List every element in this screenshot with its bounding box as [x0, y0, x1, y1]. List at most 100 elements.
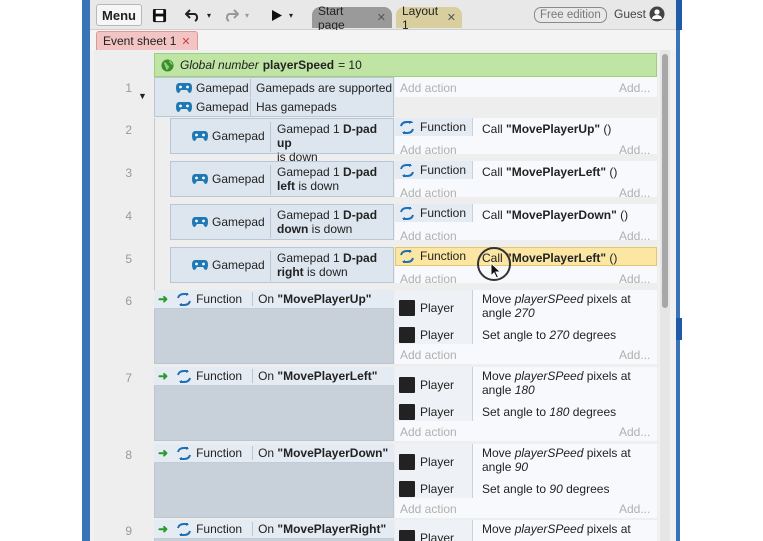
- close-icon[interactable]: ✕: [377, 11, 386, 24]
- on-prefix: On: [258, 522, 278, 536]
- redo-dropdown-icon[interactable]: ▾: [242, 4, 252, 26]
- function-header-content[interactable]: ➜ Function On "MovePlayerDown": [158, 446, 388, 460]
- action-text[interactable]: Call "MovePlayerUp" (): [482, 122, 611, 136]
- guest-label[interactable]: Guest: [614, 7, 646, 21]
- undo-icon[interactable]: [182, 4, 204, 26]
- add-action-link[interactable]: Add action: [400, 229, 457, 243]
- player-sprite-icon: [399, 530, 415, 541]
- function-header-content[interactable]: ➜ Function On "MovePlayerRight": [158, 522, 386, 536]
- on-function-name: "MovePlayerDown": [277, 446, 389, 460]
- menu-button[interactable]: Menu: [96, 4, 142, 26]
- action-text[interactable]: Set angle to 90 degrees: [482, 482, 609, 496]
- condition-text[interactable]: Gamepad 1 D-pad right is down: [270, 251, 394, 281]
- player-object[interactable]: Player: [399, 454, 454, 470]
- player-object[interactable]: Player: [399, 377, 454, 393]
- function-object[interactable]: Function: [399, 249, 466, 263]
- condition-object[interactable]: Gamepad: [172, 120, 268, 152]
- gamepad-icon: [176, 82, 192, 94]
- add-more-link[interactable]: Add...: [619, 425, 650, 439]
- play-dropdown-icon[interactable]: ▾: [286, 4, 296, 26]
- add-action-link[interactable]: Add action: [400, 272, 457, 286]
- event-number: 8: [125, 448, 132, 462]
- condition-row[interactable]: Gamepad Gamepads are supported: [156, 79, 394, 97]
- call-function-name: "MovePlayerLeft": [506, 251, 607, 265]
- tab-start-page[interactable]: Start page ✕: [312, 4, 392, 32]
- set-suffix: degrees: [569, 405, 617, 419]
- add-more-link[interactable]: Add...: [619, 348, 650, 362]
- action-text[interactable]: Move playerSPeed pixels at: [482, 522, 652, 536]
- add-action-link[interactable]: Add action: [400, 186, 457, 200]
- condition-text[interactable]: Gamepad 1 D-pad up is down: [270, 122, 394, 164]
- action-text[interactable]: Call "MovePlayerLeft" (): [482, 165, 617, 179]
- condition-text[interactable]: Gamepad 1 D-pad left is down: [270, 165, 394, 195]
- action-text[interactable]: Set angle to 180 degrees: [482, 405, 616, 419]
- player-object[interactable]: Player: [399, 300, 454, 316]
- add-more-link[interactable]: Add...: [619, 229, 650, 243]
- event-number: 6: [125, 294, 132, 308]
- condition-object[interactable]: Gamepad: [172, 249, 268, 281]
- player-object[interactable]: Player: [399, 404, 454, 420]
- add-action-link[interactable]: Add action: [400, 81, 457, 95]
- green-arrow-icon: ➜: [158, 369, 169, 383]
- function-icon: [399, 249, 415, 263]
- condition-post: is down: [303, 265, 348, 279]
- condition-object[interactable]: Gamepad: [172, 163, 268, 195]
- move-mid: pixels at: [583, 446, 631, 460]
- add-more-link[interactable]: Add...: [619, 186, 650, 200]
- function-object[interactable]: Function: [399, 163, 466, 177]
- action-text[interactable]: Move playerSPeed pixels at angle 180: [482, 369, 652, 397]
- function-object[interactable]: Function: [399, 120, 466, 134]
- function-header-content[interactable]: ➜ Function On "MovePlayerUp": [158, 292, 371, 306]
- add-action-link[interactable]: Add action: [400, 143, 457, 157]
- move-variable: playerSPeed: [514, 446, 584, 460]
- function-object-label: Function: [420, 120, 467, 134]
- close-icon[interactable]: ✕: [181, 35, 190, 48]
- condition-text[interactable]: Gamepad 1 D-pad down is down: [270, 208, 394, 238]
- undo-dropdown-icon[interactable]: ▾: [204, 4, 214, 26]
- action-text[interactable]: Move playerSPeed pixels at angle 90: [482, 446, 652, 474]
- action-text[interactable]: Set angle to 270 degrees: [482, 328, 616, 342]
- tab-layout-1[interactable]: Layout 1 ✕: [396, 4, 462, 32]
- global-variable-prefix: Global number: [180, 58, 259, 72]
- free-edition-badge[interactable]: Free edition: [534, 7, 607, 23]
- call-function-name: "MovePlayerLeft": [506, 165, 607, 179]
- function-header-content[interactable]: ➜ Function On "MovePlayerLeft": [158, 369, 377, 383]
- player-object[interactable]: Player: [399, 481, 454, 497]
- user-account-icon[interactable]: [649, 6, 665, 22]
- add-more-link[interactable]: Add...: [619, 81, 650, 95]
- save-icon[interactable]: [150, 4, 168, 26]
- move-variable: playerSPeed: [514, 369, 584, 383]
- play-icon[interactable]: [268, 4, 286, 26]
- action-text[interactable]: Move playerSPeed pixels at angle 270: [482, 292, 652, 320]
- player-object[interactable]: Player: [399, 327, 454, 343]
- add-more-link[interactable]: Add...: [619, 502, 650, 516]
- add-action-link[interactable]: Add action: [400, 502, 457, 516]
- call-function-name: "MovePlayerUp": [506, 122, 601, 136]
- event-number: 4: [125, 209, 132, 223]
- call-prefix: Call: [482, 165, 507, 179]
- add-more-link[interactable]: Add...: [619, 143, 650, 157]
- green-arrow-icon: ➜: [158, 292, 169, 306]
- collapse-arrow-icon[interactable]: ▼: [138, 91, 147, 101]
- add-more-link[interactable]: Add...: [619, 272, 650, 286]
- add-action-link[interactable]: Add action: [400, 425, 457, 439]
- set-suffix: degrees: [562, 482, 610, 496]
- tab-layout-1-label: Layout 1: [402, 3, 439, 32]
- function-object-label: Function: [420, 249, 467, 263]
- redo-icon[interactable]: [220, 4, 242, 26]
- global-variable-row[interactable]: Global number playerSpeed = 10: [154, 53, 657, 77]
- call-suffix: (): [616, 208, 629, 222]
- action-text[interactable]: Call "MovePlayerDown" (): [482, 208, 628, 222]
- function-object[interactable]: Function: [399, 206, 466, 220]
- tab-event-sheet-1[interactable]: Event sheet 1 ✕: [96, 31, 198, 50]
- player-object[interactable]: Player: [399, 530, 454, 541]
- close-icon[interactable]: ✕: [447, 11, 456, 24]
- move-prefix: Move: [482, 369, 515, 383]
- add-action-link[interactable]: Add action: [400, 348, 457, 362]
- scrollbar-thumb[interactable]: [662, 54, 668, 308]
- condition-object[interactable]: Gamepad: [172, 206, 268, 238]
- condition-bold: D-pad: [343, 251, 378, 265]
- set-suffix: degrees: [569, 328, 617, 342]
- move-angle: 270: [514, 306, 535, 320]
- condition-row[interactable]: Gamepad Has gamepads: [156, 98, 394, 116]
